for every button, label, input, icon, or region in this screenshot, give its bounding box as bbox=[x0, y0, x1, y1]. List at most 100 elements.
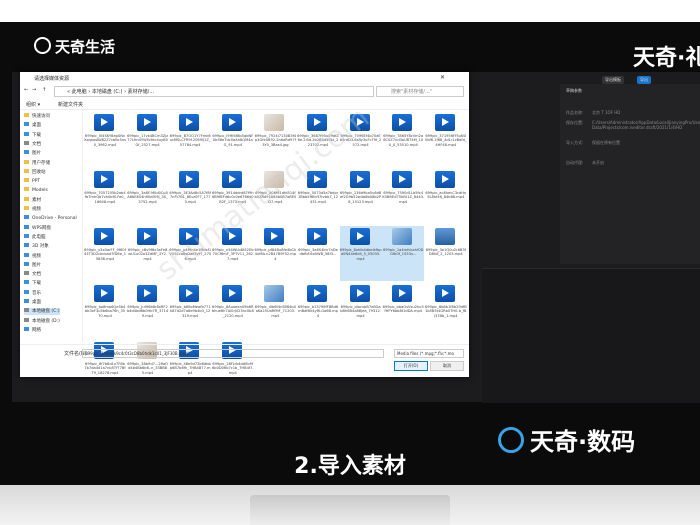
sidebar-item[interactable]: 文档 bbox=[24, 140, 41, 148]
sidebar-item[interactable]: 用户存储 bbox=[24, 159, 50, 167]
file-name: 699pic_8b8b1f8b29dfB1b5B5t4GRb0TH0-b_fBj… bbox=[424, 305, 467, 318]
video-file-icon bbox=[221, 285, 242, 302]
video-file-icon bbox=[392, 285, 413, 302]
setting-label: 自动代理: bbox=[566, 160, 584, 165]
file-item[interactable]: 699pic_17vk4BCm3Zjz77Lfm4YW5cfdc4uyB0Gf_… bbox=[127, 112, 169, 167]
cancel-button[interactable]: 取消 bbox=[430, 361, 464, 371]
sidebar-item[interactable]: 文档 bbox=[24, 271, 41, 278]
file-item[interactable]: 699pic_3e1Q0u2r6B3fD8h8_2_1203.mp4 bbox=[425, 226, 467, 281]
file-item[interactable]: 699pic_bbaOsVsu2hu5fHFY6bb8t1dDA.mp4 bbox=[382, 283, 424, 338]
sidebar-item[interactable]: Models bbox=[24, 187, 48, 194]
search-input[interactable]: 搜索"素材存储/..." bbox=[376, 86, 464, 97]
sidebar-item[interactable]: PPT bbox=[24, 178, 40, 185]
sidebar-item-label: 快速访问 bbox=[32, 114, 50, 119]
sidebar-item-label: 音乐 bbox=[32, 290, 41, 296]
video-file-icon bbox=[349, 228, 370, 245]
file-item[interactable]: 699pic_8Auoeen09b6Rbhue6h7Ai0rJiI23nc0b8… bbox=[212, 283, 254, 338]
sidebar-item[interactable]: 此电脑 bbox=[24, 233, 46, 241]
open-button[interactable]: 打开(O) bbox=[394, 361, 428, 371]
file-item[interactable]: 699pic_B7OO1Y7Fmk6ur8fSLCFR9f.2069iJ1Z_5… bbox=[169, 112, 211, 167]
video-file-icon bbox=[136, 171, 157, 188]
file-item[interactable]: 699pic_x3x0arFF_9f60f43T3D2cbcbad7fD6e_1… bbox=[84, 226, 126, 281]
sidebar-item[interactable]: 视频 bbox=[24, 206, 41, 213]
file-item[interactable]: 699pic_7590d1Lb5fc4K0BftEd75bfU1Z_8443.m… bbox=[382, 169, 424, 224]
sidebar-item[interactable]: 视频 bbox=[24, 252, 41, 260]
video-file-icon bbox=[136, 285, 157, 302]
file-item[interactable]: 699pic_8xhlb4dbelkfbpd0N44e6d4_5_05035.m… bbox=[339, 226, 382, 281]
video-file-icon bbox=[221, 114, 242, 131]
file-item[interactable]: 699pic_b86oMeafb771k87d2d7a8e9b4b3_12319… bbox=[169, 283, 211, 338]
file-item[interactable]: 699pic_0I4SKY8ep0NvXzqawAW82Z7cbBc5xs0_3… bbox=[84, 112, 126, 167]
file-name: 699pic_I9Hf4f8b5qbNF0b58e7dc0aAh8QM4aG_9… bbox=[212, 134, 254, 147]
setting-value: 未开启 bbox=[592, 160, 604, 165]
setting-value: 保留在原有位置 bbox=[592, 140, 620, 145]
sidebar-item[interactable]: 素材 bbox=[24, 196, 41, 204]
sidebar-item[interactable]: 快速访问 bbox=[24, 113, 50, 120]
sidebar-item[interactable]: 图片 bbox=[24, 150, 41, 157]
sidebar-item[interactable]: 下载 bbox=[24, 131, 41, 139]
sidebar-item[interactable]: 下载 bbox=[24, 280, 41, 287]
new-folder-button[interactable]: 新建文件夹 bbox=[58, 101, 83, 108]
sidebar-item[interactable]: 音乐 bbox=[24, 289, 41, 297]
filetype-value: Media files (*.mpg;*.flv;*.mo bbox=[397, 351, 455, 356]
sidebar-item[interactable]: 回收站 bbox=[24, 168, 46, 176]
monitor-stand-base bbox=[250, 495, 450, 525]
brand-logo-right: 天奇·礼 bbox=[633, 46, 700, 71]
file-name: 699pic_bbaOsVsu2hu5fHFY6bb8t1dDA.mp4 bbox=[382, 305, 424, 314]
file-name: 699pic_dlacxbB7e8GabBh6B4a88Jea_79312.mp… bbox=[340, 305, 381, 318]
file-item[interactable]: 699pic_dlacxbB7e8GabBh6B4a88Jea_79312.mp… bbox=[340, 283, 382, 338]
sidebar-item[interactable]: WPS网盘 bbox=[24, 224, 51, 232]
file-item[interactable]: 699pic_1a4mfcbxhf0DGfb0f_1S53s... bbox=[382, 226, 425, 281]
setting-label: 作品名称: bbox=[566, 110, 584, 115]
file-item[interactable]: 699pic_Ju9f6b8r8xRF2b4d4bd6b0Hb7R_37149.… bbox=[127, 283, 169, 338]
sidebar-item[interactable]: OneDrive - Personal bbox=[24, 215, 77, 222]
address-bar[interactable]: « 此电脑 › 本地磁盘 (C:) › 素材存储/... bbox=[54, 86, 374, 97]
sidebar-item-label: 桌面 bbox=[32, 300, 41, 305]
sidebar-item[interactable]: 本地磁盘 (D:) bbox=[24, 317, 60, 325]
folder-icon bbox=[24, 187, 29, 192]
sidebar-item[interactable]: 桌面 bbox=[24, 122, 41, 129]
sidebar-item[interactable]: 3D 对象 bbox=[24, 243, 49, 250]
sidebar-item-label: 网络 bbox=[32, 327, 41, 333]
file-name: 699pic_7057255b2ab4fbTmhQb7vh0bfS.Fa0_16… bbox=[84, 191, 126, 204]
sidebar-item[interactable]: 网络 bbox=[24, 326, 41, 334]
sidebar-item[interactable]: 本地磁盘 (C:) bbox=[24, 308, 60, 316]
sidebar-item-label: OneDrive - Personal bbox=[32, 216, 77, 222]
file-item[interactable]: 699pic_136d9ba5u6d8ef2G9b52w4b8b08b2P8_1… bbox=[340, 169, 382, 224]
forward-arrow-icon[interactable]: → bbox=[32, 87, 36, 93]
file-item[interactable]: 699pic_7057255b2ab4fbTmhQb7vh0bfS.Fa0_16… bbox=[84, 169, 126, 224]
video-file-icon bbox=[221, 171, 242, 188]
sidebar-item-label: 此电脑 bbox=[32, 234, 46, 240]
sidebar-item[interactable]: 图片 bbox=[24, 261, 41, 269]
file-name: 699pic_136d9ba5u6d8ef2G9b52w4b8b08b2P8_1… bbox=[339, 191, 382, 204]
video-file-icon bbox=[434, 114, 455, 131]
file-item[interactable]: 699pic_371956Ff5uNU5bf6.1f68_4d1r1zBdfd_… bbox=[425, 112, 467, 167]
sidebar-item-label: 视频 bbox=[32, 253, 41, 259]
close-icon[interactable]: ✕ bbox=[440, 74, 445, 81]
file-item[interactable]: 699pic_7865Y8cVm2a6C0Z7nd3aUBT4M_10U_0_5… bbox=[382, 112, 424, 167]
file-item[interactable]: 699pic_pf84Bu8fe4bCh4xf6A.n2B47B9F52.mp4 bbox=[254, 226, 296, 281]
filename-field[interactable]: 699pic_8dHaBk9c4r0t3cD8b0hdk1c01_3JF30B.… bbox=[82, 349, 384, 358]
file-name: 699pic_17vk4BCm3Zjz77Lfm4YW5cfdc4uyB0Gf_… bbox=[127, 134, 169, 147]
filetype-select[interactable]: Media files (*.mpg;*.flv;*.mo bbox=[394, 349, 464, 358]
timeline-area[interactable] bbox=[482, 268, 700, 403]
sidebar-item-label: 3D 对象 bbox=[32, 244, 49, 250]
file-item[interactable]: 699pic_ac8hecC3cdHn5L8hf4fJ_84b88.mp4 bbox=[425, 169, 467, 224]
back-arrow-icon[interactable]: ← bbox=[24, 87, 28, 93]
file-name: 699pic_x3x0arFF_9f60f43T3D2cbcbad7fD6e_1… bbox=[84, 248, 127, 261]
sidebar-item-label: 桌面 bbox=[32, 123, 41, 129]
video-file-icon bbox=[264, 228, 285, 245]
file-item[interactable]: 699pic_3a6S4ktr7nDedbfbF.6o5WB_58f3... bbox=[297, 226, 339, 281]
file-item[interactable]: 699pic_b13796fF8Bd6mBafBh4yRLGo6B.mp4 bbox=[297, 283, 339, 338]
file-item[interactable]: 699pic_i0b6f4cSB64b0aKa25UaRfMF_71203.mp… bbox=[254, 283, 296, 338]
export-template-button[interactable]: 导出模板 bbox=[602, 76, 624, 84]
export-button[interactable]: 导出 bbox=[637, 76, 651, 84]
file-item[interactable]: 699pic_3a8F.9f0d0Cp5A6bE6S4hf0bt5l9J_3X_… bbox=[127, 169, 169, 224]
up-arrow-icon[interactable]: ↑ bbox=[42, 87, 46, 93]
sidebar-item-label: 下载 bbox=[32, 132, 41, 138]
sidebar-item[interactable]: 桌面 bbox=[24, 299, 41, 306]
file-item[interactable]: 699pic_I9Hf4f8b5qbNF0b58e7dc0aAh8QM4aG_9… bbox=[212, 112, 254, 167]
organize-menu[interactable]: 组织 ▾ bbox=[26, 101, 40, 108]
file-item[interactable]: 699pic_8b8b1f8b29dfB1b5B5t4GRb0TH0-b_fBj… bbox=[425, 283, 467, 338]
file-item[interactable]: 699pic_ba8mp6Qe5b4bb3xF3u5b6ba76h_3570.m… bbox=[84, 283, 126, 338]
